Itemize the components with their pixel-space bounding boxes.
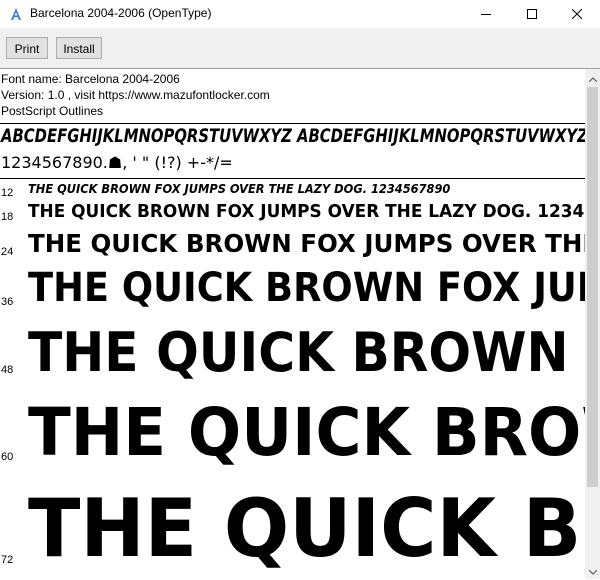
scroll-up-button[interactable] — [585, 69, 600, 86]
info-divider — [0, 123, 585, 124]
chevron-up-icon — [588, 69, 597, 87]
vertical-scrollbar[interactable] — [585, 69, 600, 579]
charset-letters: ABCDEFGHIJKLMNOPQRSTUVWXYZ ABCDEFGHIJKLM… — [1, 125, 585, 147]
chevron-down-icon — [588, 562, 597, 580]
sample-text-48: THE QUICK BROWN FOX — [28, 321, 585, 384]
sample-text-24: THE QUICK BROWN FOX JUMPS OVER THE LAZY — [28, 229, 585, 258]
size-label-48: 48 — [1, 364, 14, 376]
size-label-72: 72 — [1, 554, 14, 566]
scrollbar-thumb[interactable] — [587, 87, 598, 487]
sample-text-12: THE QUICK BROWN FOX JUMPS OVER THE LAZY … — [28, 182, 451, 196]
maximize-icon — [527, 9, 537, 19]
install-button[interactable]: Install — [56, 37, 102, 59]
size-label-60: 60 — [1, 451, 14, 463]
charset-symbols: 1234567890.☗, ' " (!?) +-*/= — [1, 153, 233, 172]
sample-text-36: THE QUICK BROWN FOX JUMPS — [28, 265, 585, 311]
scroll-down-button[interactable] — [585, 562, 600, 579]
font-name-text: Font name: Barcelona 2004-2006 — [1, 72, 180, 86]
font-app-icon — [8, 6, 24, 22]
version-text: Version: 1.0 , visit https://www.mazufon… — [1, 88, 270, 102]
size-label-24: 24 — [1, 246, 14, 258]
title-bar[interactable]: Barcelona 2004-2006 (OpenType) — [0, 0, 600, 28]
size-label-18: 18 — [1, 211, 14, 223]
size-label-12: 12 — [1, 187, 14, 199]
outlines-text: PostScript Outlines — [1, 104, 104, 118]
sample-text-18: THE QUICK BROWN FOX JUMPS OVER THE LAZY … — [28, 201, 585, 222]
sample-text-60: THE QUICK BROWN — [28, 394, 585, 471]
font-preview-area: Font name: Barcelona 2004-2006 Version: … — [0, 69, 585, 579]
size-label-36: 36 — [1, 296, 14, 308]
minimize-button[interactable] — [463, 0, 509, 28]
window-title: Barcelona 2004-2006 (OpenType) — [30, 6, 212, 20]
print-button[interactable]: Print — [6, 37, 48, 59]
sample-text-72: THE QUICK BROW — [28, 482, 585, 575]
charset-divider — [0, 178, 585, 179]
close-icon — [572, 9, 582, 19]
toolbar: Print Install — [0, 28, 600, 68]
maximize-button[interactable] — [509, 0, 555, 28]
minimize-icon — [481, 9, 491, 19]
close-button[interactable] — [554, 0, 600, 28]
